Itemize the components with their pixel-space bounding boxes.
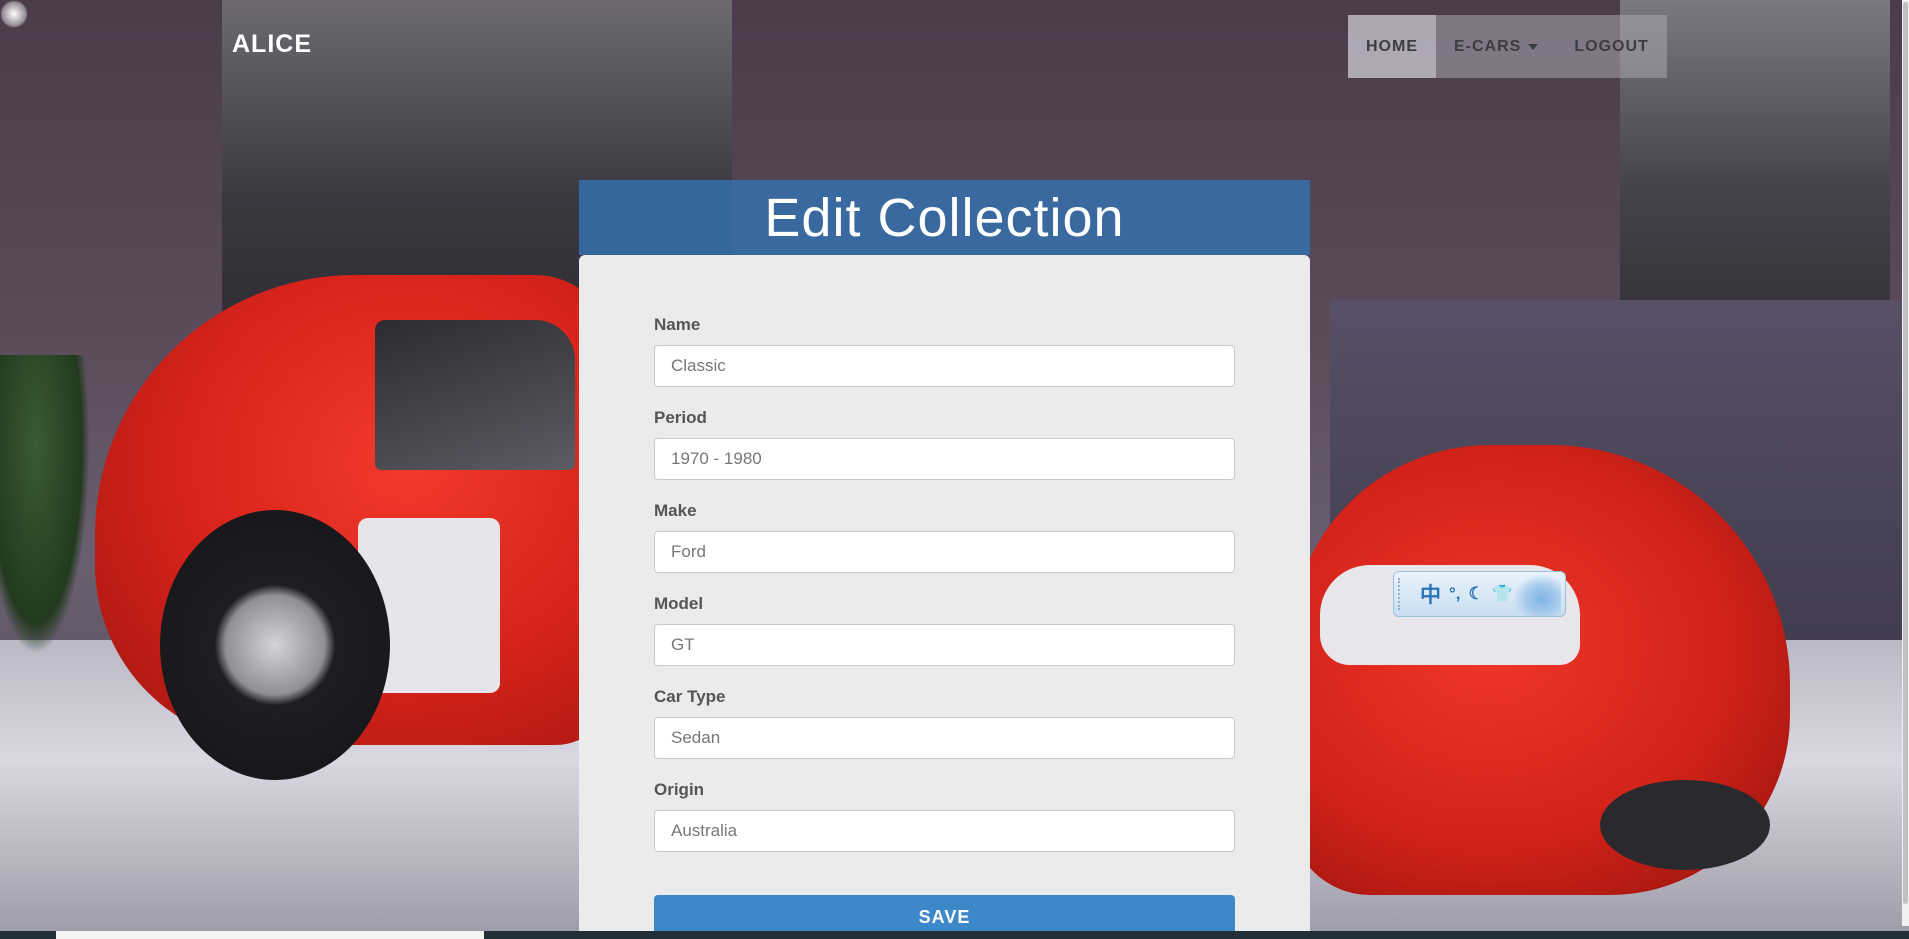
period-label: Period [654, 408, 707, 427]
model-input[interactable] [654, 624, 1235, 666]
main-nav: HOME E-CARS LOGOUT [1348, 15, 1667, 78]
brand-logo[interactable]: ALICE [232, 30, 312, 59]
origin-input[interactable] [654, 810, 1235, 852]
scrollbar-thumb[interactable] [1903, 2, 1908, 904]
car-wheel [160, 510, 390, 780]
name-label: Name [654, 315, 701, 334]
shirt-icon[interactable]: 👕 [1492, 584, 1513, 604]
model-label: Model [654, 594, 704, 613]
period-input[interactable] [654, 438, 1235, 480]
background-plant [0, 355, 90, 655]
car-grille [1600, 780, 1770, 870]
nav-logout[interactable]: LOGOUT [1556, 15, 1666, 78]
car-type-label: Car Type [654, 687, 726, 706]
nav-e-cars-dropdown[interactable]: E-CARS [1436, 15, 1556, 78]
ime-toolbar[interactable]: 中 °, ☾ 👕 [1393, 571, 1566, 617]
make-input[interactable] [654, 531, 1235, 573]
page-scrollbar[interactable] [1902, 0, 1909, 926]
taskbar-active-window[interactable] [56, 931, 484, 939]
model-field-group: Model [654, 594, 1235, 666]
period-field-group: Period [654, 408, 1235, 480]
flower-skin-icon[interactable] [1513, 574, 1561, 616]
name-input[interactable] [654, 345, 1235, 387]
punctuation-icon[interactable]: °, [1449, 584, 1461, 604]
make-label: Make [654, 501, 697, 520]
ime-mode-toggle[interactable]: 中 [1420, 579, 1441, 609]
light-glow [0, 0, 28, 28]
moon-icon[interactable]: ☾ [1469, 584, 1484, 604]
edit-collection-form: Name Period Make Model Car Type Origin S… [579, 255, 1310, 939]
caret-down-icon [1528, 43, 1539, 50]
car-type-field-group: Car Type [654, 687, 1235, 759]
name-field-group: Name [654, 315, 1235, 387]
make-field-group: Make [654, 501, 1235, 573]
nav-home-label: HOME [1366, 37, 1418, 55]
drag-handle-icon[interactable] [1398, 578, 1404, 610]
car-window [375, 320, 575, 470]
form-header: Edit Collection [579, 180, 1310, 255]
car-type-input[interactable] [654, 717, 1235, 759]
origin-label: Origin [654, 780, 705, 799]
nav-home[interactable]: HOME [1348, 15, 1436, 78]
origin-field-group: Origin [654, 780, 1235, 852]
nav-logout-label: LOGOUT [1574, 37, 1649, 55]
nav-e-cars-label: E-CARS [1454, 37, 1522, 55]
page-title: Edit Collection [764, 187, 1125, 248]
